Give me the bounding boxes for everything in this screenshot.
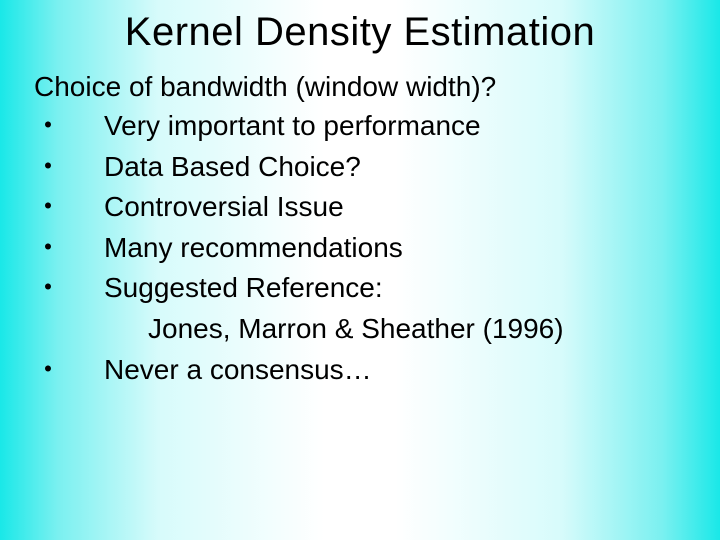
bullet-text: Suggested Reference: xyxy=(104,268,720,309)
bullet-item: ・ Never a consensus… xyxy=(0,350,720,391)
bullet-item: ・ Controversial Issue xyxy=(0,187,720,228)
bullet-item: ・ Data Based Choice? xyxy=(0,147,720,188)
bullet-item: ・ Many recommendations xyxy=(0,228,720,269)
reference-line: Jones, Marron & Sheather (1996) xyxy=(0,309,720,350)
slide-title: Kernel Density Estimation xyxy=(0,0,720,69)
bullet-dot-icon: ・ xyxy=(34,268,104,309)
bullet-dot-icon: ・ xyxy=(34,106,104,147)
bullet-dot-icon: ・ xyxy=(34,228,104,269)
bullet-item: ・ Suggested Reference: xyxy=(0,268,720,309)
bullet-item: ・ Very important to performance xyxy=(0,106,720,147)
bullet-text: Controversial Issue xyxy=(104,187,720,228)
lead-text: Choice of bandwidth (window width)? xyxy=(0,69,720,104)
bullet-text: Never a consensus… xyxy=(104,350,720,391)
bullet-dot-icon: ・ xyxy=(34,147,104,188)
bullet-text: Data Based Choice? xyxy=(104,147,720,188)
bullet-text: Many recommendations xyxy=(104,228,720,269)
bullet-dot-icon: ・ xyxy=(34,187,104,228)
bullet-dot-icon: ・ xyxy=(34,350,104,391)
bullet-text: Very important to performance xyxy=(104,106,720,147)
